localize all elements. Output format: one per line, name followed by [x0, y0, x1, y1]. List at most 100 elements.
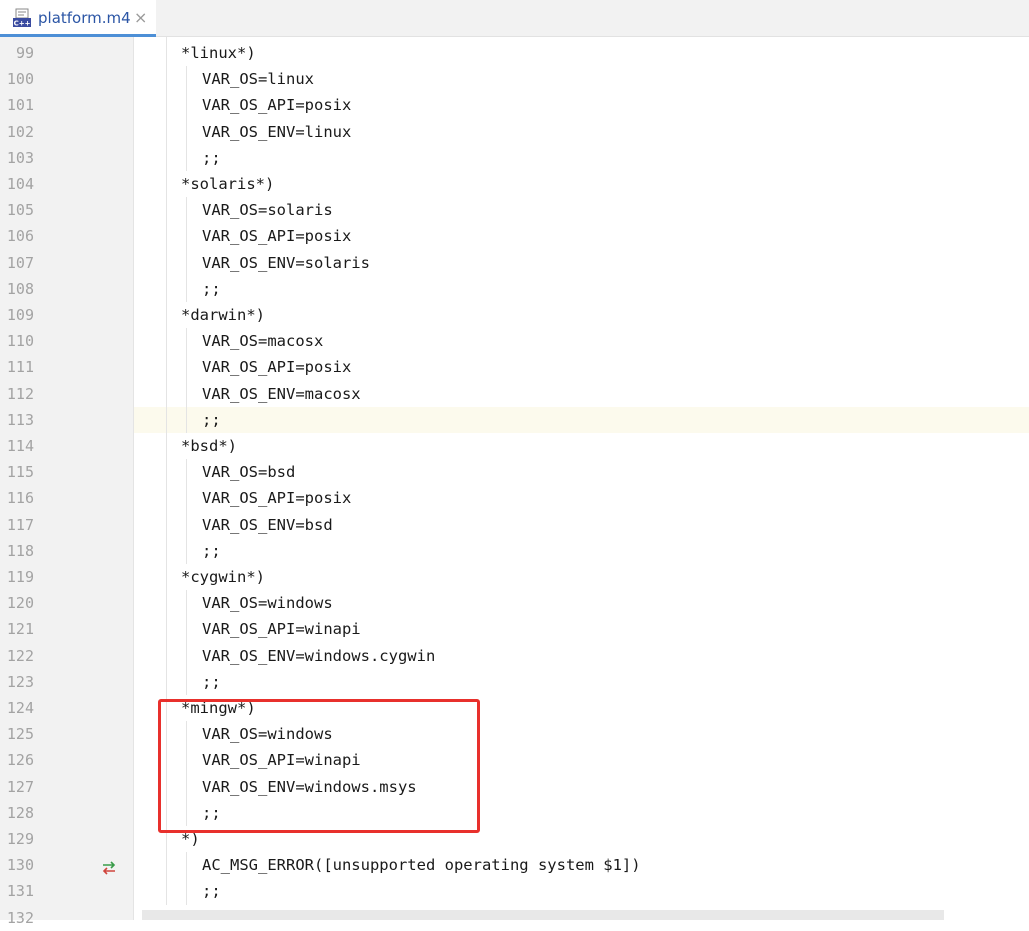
line-number: 121	[6, 620, 34, 639]
line-number-gutter: 99 100 101 102 103 104 105 106 107 108 109 110 111 11…	[0, 37, 134, 927]
code-line[interactable]: ;;	[134, 800, 1029, 826]
code-text: ;;	[202, 410, 221, 429]
code-line[interactable]: VAR_OS=bsd	[134, 459, 1029, 485]
code-text: ;;	[202, 882, 221, 901]
code-text: VAR_OS=windows	[202, 594, 333, 613]
code-text: VAR_OS_ENV=solaris	[202, 253, 370, 272]
line-number: 105	[6, 201, 34, 220]
code-text: VAR_OS=macosx	[202, 332, 324, 351]
line-number: 122	[6, 646, 34, 665]
line-number: 131	[6, 882, 34, 901]
code-line[interactable]: VAR_OS_ENV=windows.cygwin	[134, 643, 1029, 669]
line-number: 109	[6, 306, 34, 324]
indent-guide	[166, 37, 167, 905]
code-line[interactable]: ;;	[134, 276, 1029, 302]
close-icon[interactable]: ×	[134, 8, 147, 27]
line-number: 120	[6, 594, 34, 613]
code-text: ;;	[202, 672, 221, 691]
code-text: VAR_OS_ENV=windows.cygwin	[202, 646, 436, 665]
code-text: VAR_OS_ENV=macosx	[202, 384, 361, 403]
line-number: 126	[6, 751, 34, 770]
code-line[interactable]: VAR_OS_API=winapi	[134, 747, 1029, 773]
line-number: 101	[6, 96, 34, 115]
code-text: ;;	[202, 279, 221, 298]
line-number: 116	[6, 489, 34, 508]
code-line[interactable]: *bsd*)	[134, 433, 1029, 459]
code-line[interactable]: *darwin*)	[134, 302, 1029, 328]
line-number: 108	[6, 279, 34, 298]
code-line[interactable]: ;;	[134, 406, 1029, 433]
code-line[interactable]: VAR_OS_API=winapi	[134, 616, 1029, 642]
code-line[interactable]: VAR_OS_ENV=linux	[134, 119, 1029, 145]
line-number: 112	[6, 384, 34, 403]
code-line[interactable]: VAR_OS=windows	[134, 590, 1029, 616]
code-line[interactable]: VAR_OS_API=posix	[134, 354, 1029, 380]
code-line[interactable]: ;;	[134, 669, 1029, 695]
code-line[interactable]: VAR_OS_ENV=macosx	[134, 381, 1029, 407]
indent-guide	[186, 590, 187, 695]
code-text: *mingw*)	[181, 699, 256, 717]
line-number: 128	[6, 803, 34, 822]
indent-guide	[186, 328, 187, 433]
indent-guide	[186, 721, 187, 826]
indent-guide	[186, 66, 187, 171]
code-line[interactable]: ;;	[134, 878, 1029, 904]
code-text: VAR_OS=linux	[202, 70, 314, 89]
code-line[interactable]: VAR_OS=macosx	[134, 328, 1029, 354]
line-number: 100	[6, 70, 34, 89]
line-number: 118	[6, 541, 34, 560]
code-text: VAR_OS_ENV=bsd	[202, 515, 333, 534]
code-line[interactable]: VAR_OS=solaris	[134, 197, 1029, 223]
line-number: 132	[6, 908, 34, 927]
line-number: 119	[6, 568, 34, 586]
code-text: ;;	[202, 148, 221, 167]
cpp-file-icon: C++	[13, 8, 31, 28]
code-line[interactable]: VAR_OS=windows	[134, 721, 1029, 747]
code-line[interactable]: VAR_OS_ENV=solaris	[134, 250, 1029, 276]
code-text: VAR_OS_ENV=linux	[202, 122, 352, 141]
code-line[interactable]: *cygwin*)	[134, 564, 1029, 590]
code-text: VAR_OS_API=posix	[202, 358, 352, 377]
line-number: 113	[6, 410, 34, 429]
tab-title: platform.m4	[38, 9, 131, 27]
code-text: VAR_OS_ENV=windows.msys	[202, 777, 417, 796]
indent-guide	[186, 459, 187, 564]
line-number: 114	[6, 437, 34, 455]
horizontal-scrollbar[interactable]	[142, 910, 944, 920]
code-line[interactable]: VAR_OS_ENV=bsd	[134, 512, 1029, 538]
code-text: VAR_OS_API=posix	[202, 227, 352, 246]
code-line[interactable]: *solaris*)	[134, 171, 1029, 197]
line-number: 130	[6, 856, 34, 875]
code-text: VAR_OS_API=winapi	[202, 620, 361, 639]
code-line[interactable]: VAR_OS_ENV=windows.msys	[134, 774, 1029, 800]
code-line[interactable]: *)	[134, 826, 1029, 852]
code-text: *bsd*)	[181, 437, 237, 455]
indent-guide	[186, 852, 187, 905]
code-line[interactable]: *linux*)	[134, 40, 1029, 66]
line-number: 117	[6, 515, 34, 534]
code-text: VAR_OS_API=posix	[202, 489, 352, 508]
editor-tab-bar: C++ platform.m4 ×	[0, 0, 1029, 37]
code-text: VAR_OS_API=winapi	[202, 751, 361, 770]
line-number: 127	[6, 777, 34, 796]
indent-guide	[186, 197, 187, 302]
code-text: AC_MSG_ERROR([unsupported operating syst…	[202, 856, 641, 875]
code-text: ;;	[202, 803, 221, 822]
tab-platform-m4[interactable]: C++ platform.m4 ×	[0, 0, 156, 37]
code-line[interactable]: ;;	[134, 145, 1029, 171]
line-number: 110	[6, 332, 34, 351]
line-number: 104	[6, 175, 34, 193]
code-line[interactable]: ;;	[134, 538, 1029, 564]
code-line[interactable]: VAR_OS_API=posix	[134, 485, 1029, 511]
cpp-icon-label: C++	[14, 20, 31, 28]
code-line[interactable]: *mingw*)	[134, 695, 1029, 721]
code-line[interactable]: VAR_OS_API=posix	[134, 92, 1029, 118]
code-line[interactable]: AC_MSG_ERROR([unsupported operating syst…	[134, 852, 1029, 878]
code-text: *cygwin*)	[181, 568, 265, 586]
line-number: 125	[6, 725, 34, 744]
line-number: 99	[15, 44, 34, 62]
code-editor[interactable]: *linux*) VAR_OS=linux VAR_OS_API=posix VAR_…	[134, 37, 1029, 920]
code-line[interactable]: VAR_OS=linux	[134, 66, 1029, 92]
arrows-swap-icon[interactable]	[100, 859, 118, 877]
code-line[interactable]: VAR_OS_API=posix	[134, 223, 1029, 249]
